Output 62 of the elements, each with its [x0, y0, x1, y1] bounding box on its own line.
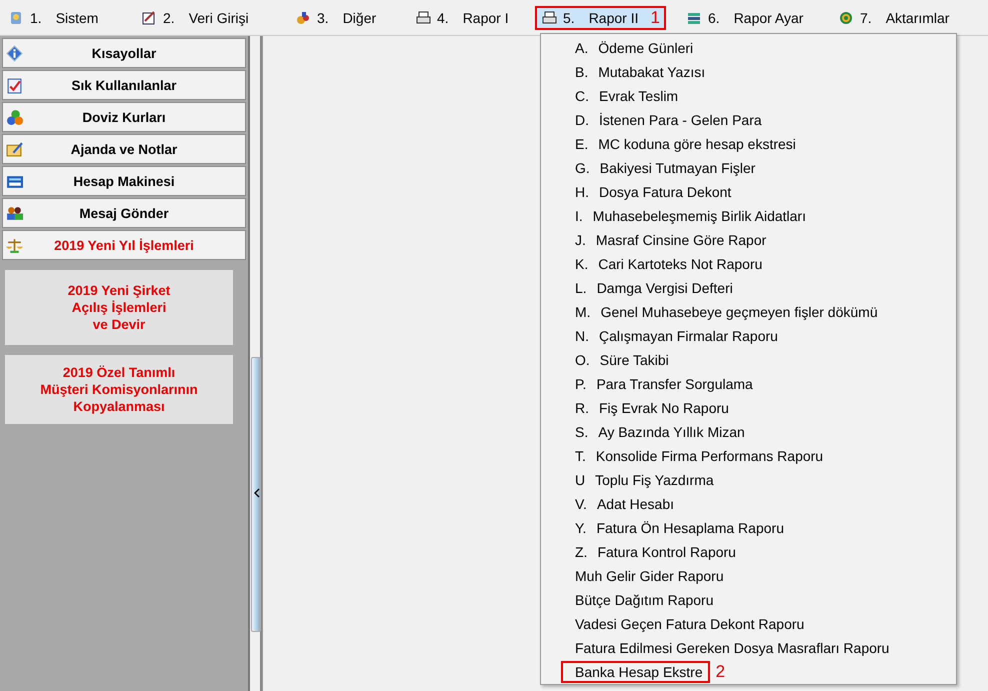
scales-icon: [6, 237, 23, 254]
menu-item[interactable]: 4. Rapor I: [409, 6, 515, 30]
menu-item[interactable]: U Toplu Fiş Yazdırma: [575, 472, 714, 488]
calculator-icon: [6, 173, 23, 190]
callout-number: 2: [716, 662, 726, 682]
menu-item[interactable]: Bütçe Dağıtım Raporu: [575, 592, 714, 608]
printer-icon: [415, 10, 431, 26]
menu-item[interactable]: G. Bakiyesi Tutmayan Fişler: [575, 160, 756, 176]
sidebar-item[interactable]: Ajanda ve Notlar: [2, 134, 246, 164]
notepad-icon: [6, 141, 23, 158]
menu-item[interactable]: Vadesi Geçen Fatura Dekont Raporu: [575, 616, 804, 632]
menu-item[interactable]: N. Çalışmayan Firmalar Raporu: [575, 328, 778, 344]
coins-icon: [6, 109, 23, 126]
sidebar-item[interactable]: Hesap Makinesi: [2, 166, 246, 196]
menu-item[interactable]: R. Fiş Evrak No Raporu: [575, 400, 729, 416]
sidebar-label: Mesaj Gönder: [79, 206, 169, 220]
sidebar-item[interactable]: Mesaj Gönder: [2, 198, 246, 228]
menu-item[interactable]: S. Ay Bazında Yıllık Mizan: [575, 424, 745, 440]
sidebar-label: Doviz Kurları: [82, 110, 166, 124]
sidebar-label: 2019 Yeni Yıl İşlemleri: [54, 238, 194, 252]
action-button[interactable]: 2019 Özel Tanımlı Müşteri Komisyonlarının Kopyalanması: [5, 355, 233, 424]
menu-item[interactable]: Fatura Edilmesi Gereken Dosya Masrafları Raporu: [575, 640, 890, 656]
menu-item[interactable]: E. MC koduna göre hesap ekstresi: [575, 136, 796, 152]
people-icon: [6, 205, 23, 222]
menu-item[interactable]: 3. Diğer: [289, 6, 382, 30]
menu-item[interactable]: 6. Rapor Ayar: [680, 6, 810, 30]
printer-icon: [541, 10, 557, 26]
menu-item[interactable]: V. Adat Hesabı: [575, 496, 674, 512]
menu-item[interactable]: K. Cari Kartoteks Not Raporu: [575, 256, 762, 272]
menu-item[interactable]: C. Evrak Teslim: [575, 88, 678, 104]
menu-item[interactable]: Z. Fatura Kontrol Raporu: [575, 544, 736, 560]
menu-item[interactable]: Muh Gelir Gider Raporu: [575, 568, 724, 584]
menu-item[interactable]: M. Genel Muhasebeye geçmeyen fişler dökümü: [575, 304, 878, 320]
menu-item[interactable]: 2. Veri Girişi: [135, 6, 255, 30]
menu-item[interactable]: Y. Fatura Ön Hesaplama Raporu: [575, 520, 784, 536]
menu-item[interactable]: 5. Rapor II 1: [535, 6, 666, 30]
sidebar-label: Sık Kullanılanlar: [71, 78, 177, 92]
sidebar-item[interactable]: Sık Kullanılanlar: [2, 70, 246, 100]
menu-item[interactable]: D. İstenen Para - Gelen Para: [575, 112, 762, 128]
menu-item[interactable]: H. Dosya Fatura Dekont: [575, 184, 732, 200]
sidebar-item[interactable]: Kısayollar: [2, 38, 246, 68]
menu-item[interactable]: I. Muhasebeleşmemiş Birlik Aidatları: [575, 208, 806, 224]
menu-item[interactable]: Banka Hesap Ekstre: [561, 661, 710, 683]
menu-item[interactable]: J. Masraf Cinsine Göre Rapor: [575, 232, 766, 248]
menu-item[interactable]: 7. Aktarımlar: [832, 6, 956, 30]
menu-item[interactable]: B. Mutabakat Yazısı: [575, 64, 706, 80]
menu-item[interactable]: T. Konsolide Firma Performans Raporu: [575, 448, 824, 464]
callout-number: 1: [650, 8, 660, 28]
sidebar-label: Kısayollar: [92, 46, 156, 60]
shapes-icon: [295, 10, 311, 26]
sidebar-label: Ajanda ve Notlar: [70, 142, 178, 156]
sidebar-label: Hesap Makinesi: [73, 174, 175, 188]
menu-item[interactable]: O. Süre Takibi: [575, 352, 669, 368]
sidebar-item[interactable]: Doviz Kurları: [2, 102, 246, 132]
menu-item[interactable]: A. Ödeme Günleri: [575, 40, 694, 56]
info-icon: [6, 45, 23, 62]
sidebar-item[interactable]: 2019 Yeni Yıl İşlemleri: [2, 230, 246, 260]
menu-item[interactable]: L. Damga Vergisi Defteri: [575, 280, 733, 296]
splitter-handle[interactable]: [251, 357, 261, 632]
menu-item[interactable]: P. Para Transfer Sorgulama: [575, 376, 753, 392]
menu-item[interactable]: 1. Sistem: [2, 6, 104, 30]
action-button[interactable]: 2019 Yeni Şirket Açılış İşlemleri ve Devir: [5, 270, 233, 345]
